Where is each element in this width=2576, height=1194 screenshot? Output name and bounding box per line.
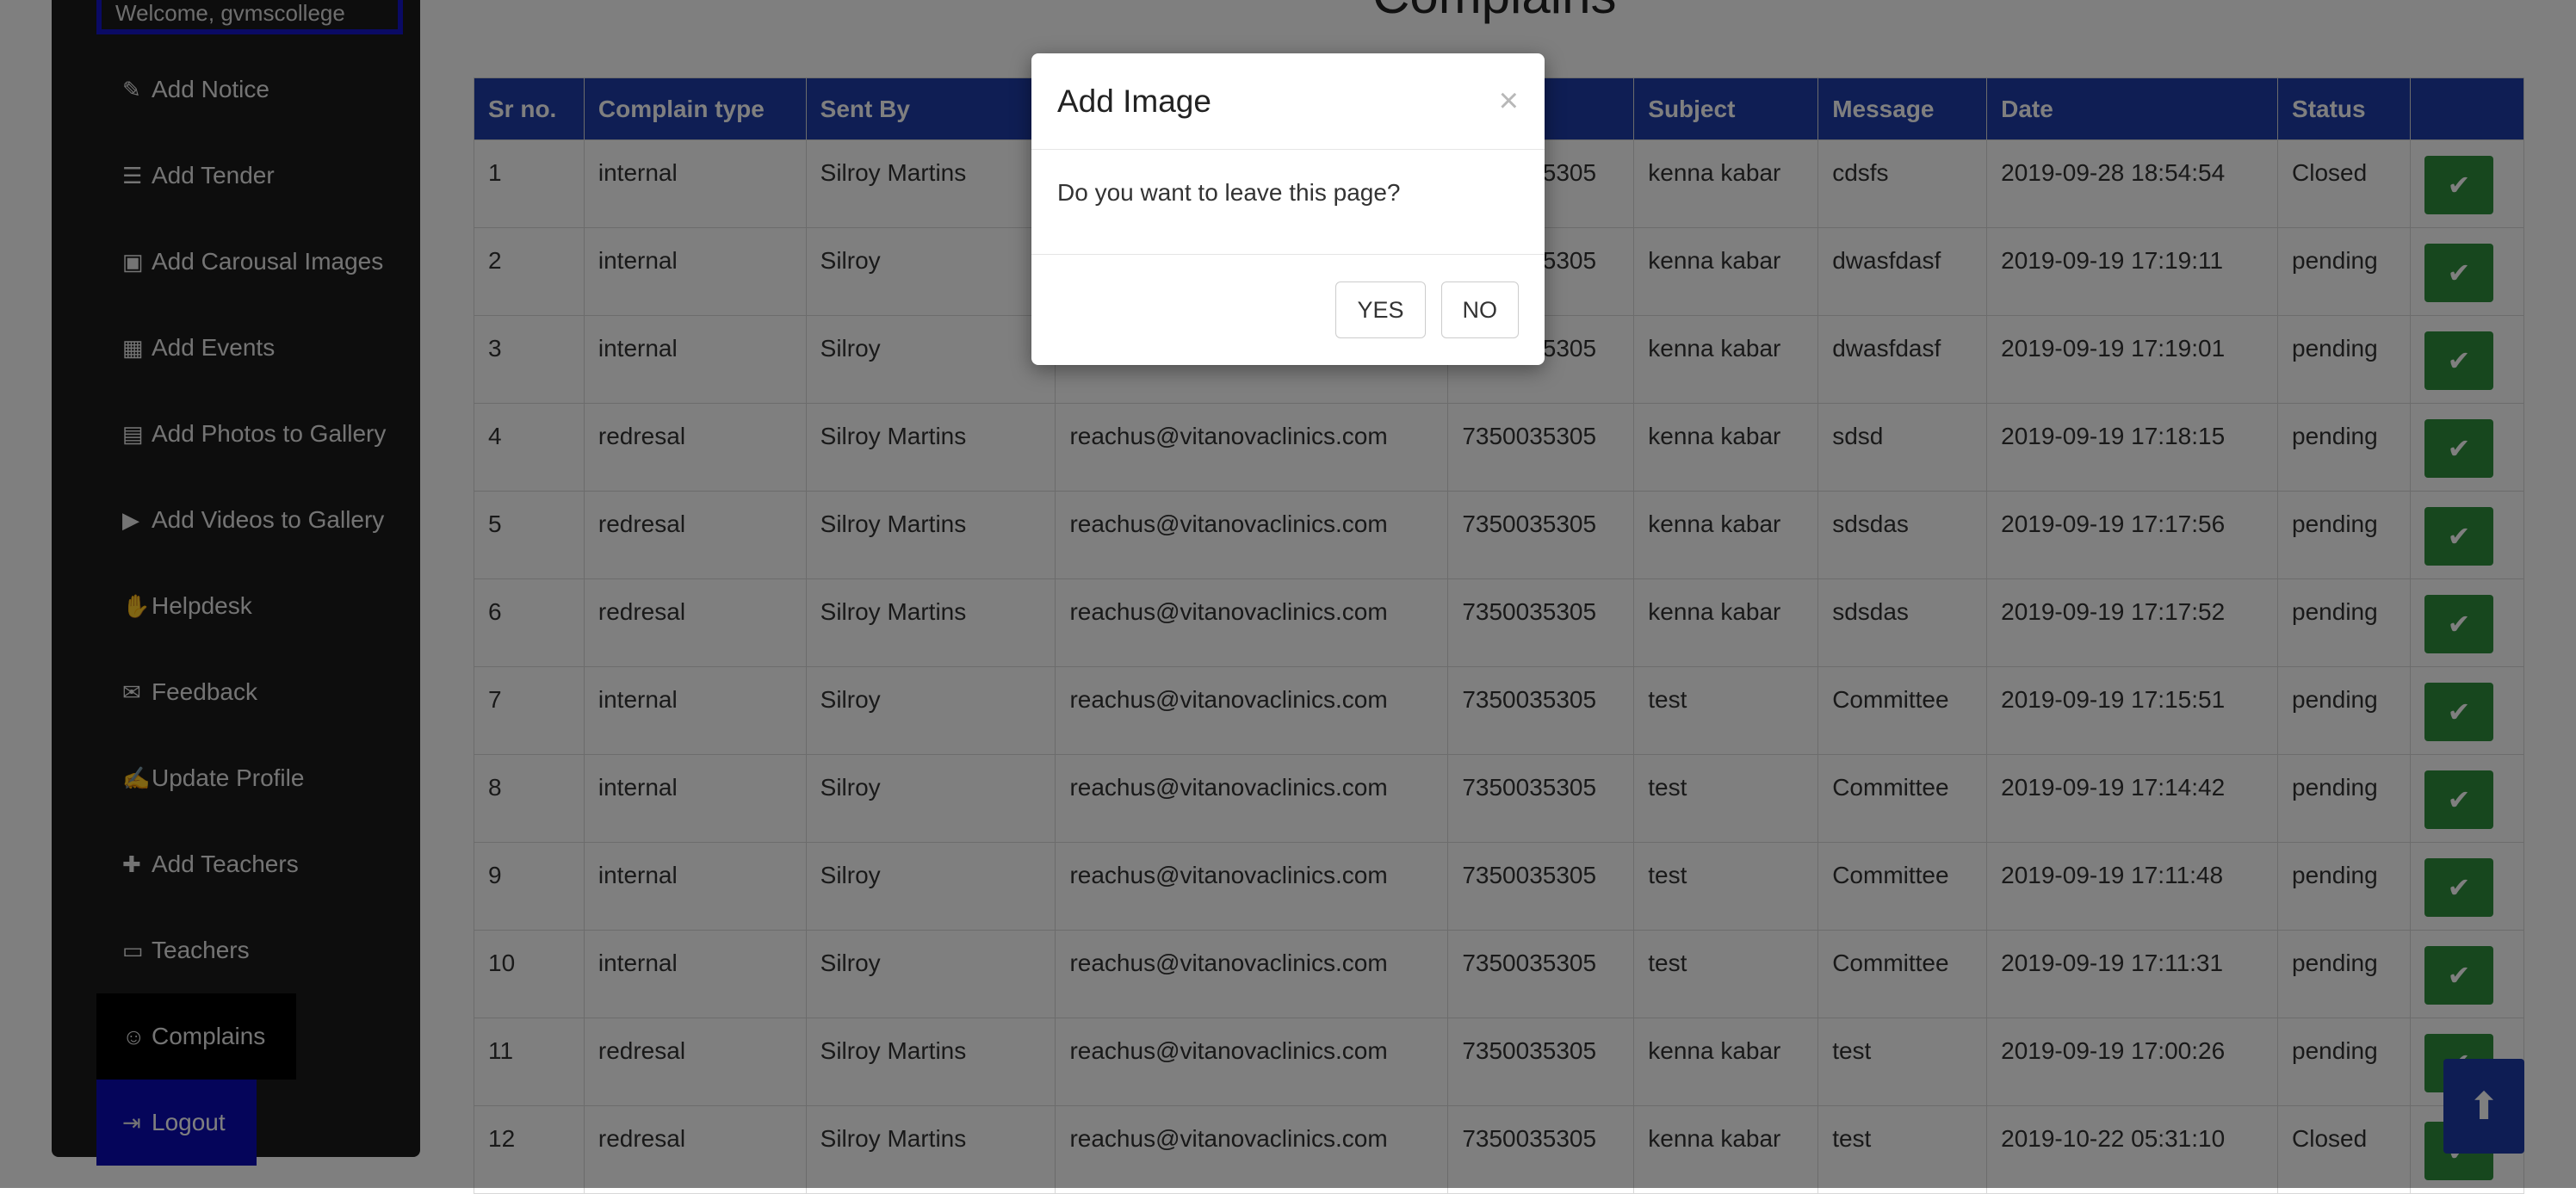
modal-title: Add Image	[1057, 83, 1211, 119]
no-button[interactable]: NO	[1440, 281, 1519, 338]
modal-message: Do you want to leave this page?	[1031, 150, 1545, 255]
modal-header: Add Image ×	[1031, 53, 1545, 150]
close-icon[interactable]: ×	[1499, 82, 1519, 121]
confirm-dialog: Add Image × Do you want to leave this pa…	[1031, 53, 1545, 365]
modal-footer: YES NO	[1031, 255, 1545, 365]
yes-button[interactable]: YES	[1335, 281, 1426, 338]
